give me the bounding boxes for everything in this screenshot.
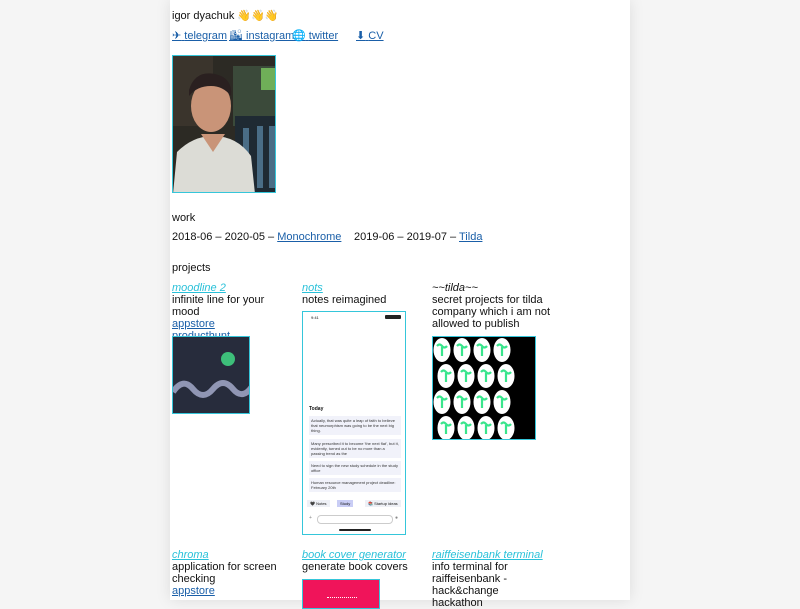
twitter-link[interactable]: 🌐 twitter xyxy=(292,30,338,42)
tilda-title: ~~tilda~~ xyxy=(432,282,478,294)
instagram-link-label: instagram xyxy=(246,30,295,42)
nots-input xyxy=(317,515,393,524)
book-cover-description: generate book covers xyxy=(302,561,408,573)
monochrome-link[interactable]: Monochrome xyxy=(277,231,341,243)
project-chroma: chroma application for screen checking a… xyxy=(172,549,292,597)
telegram-link[interactable]: ✈ telegram xyxy=(172,30,227,42)
instagram-link[interactable]: 🏙 instagram xyxy=(229,30,294,42)
moodline-title-link[interactable]: moodline 2 xyxy=(172,282,226,294)
battery-icon xyxy=(385,315,401,319)
project-raiffeisenbank: raiffeisenbank terminal info terminal fo… xyxy=(432,549,552,609)
tilda-pattern xyxy=(433,338,515,439)
nots-tab-startup: 📚 Startup ideas xyxy=(365,500,401,507)
nots-preview: 9:41 Today Actually, that was quite a le… xyxy=(302,311,406,535)
chroma-description: application for screen checking xyxy=(172,561,277,585)
plus-icon: + xyxy=(309,515,312,521)
moodline-preview-image xyxy=(173,337,249,413)
nots-note: Many prescribed it to become 'the next f… xyxy=(309,439,401,458)
book-cover-detail xyxy=(327,597,357,599)
home-indicator xyxy=(339,529,371,531)
projects-heading: projects xyxy=(172,262,211,274)
nots-note: Actually, that was quite a leap of faith… xyxy=(309,416,401,435)
nots-tab-study: Study xyxy=(337,500,354,507)
city-icon: 🏙 xyxy=(229,30,243,42)
moodline-description: infinite line for your mood xyxy=(172,294,265,318)
nots-section-title: Today xyxy=(309,406,324,412)
telegram-link-row: ✈ telegram xyxy=(172,30,227,42)
globe-icon: 🌐 xyxy=(292,30,306,42)
book-cover-preview xyxy=(302,579,380,609)
nots-title-link[interactable]: nots xyxy=(302,282,323,294)
nots-note: Human resource management project deadli… xyxy=(309,478,401,492)
project-book-cover: book cover generator generate book cover… xyxy=(302,549,422,573)
tilda-description: secret projects for tilda company which … xyxy=(432,294,550,330)
nots-note: Need to sign the new study schedule in t… xyxy=(309,461,401,475)
telegram-link-label: telegram xyxy=(184,30,228,42)
nots-description: notes reimagined xyxy=(302,294,387,306)
nots-time: 9:41 xyxy=(311,315,319,320)
download-icon: ⬇ xyxy=(356,30,366,42)
instagram-link-row: 🏙 instagram xyxy=(229,30,294,42)
project-tilda: ~~tilda~~ secret projects for tilda comp… xyxy=(432,282,550,330)
cv-link-label: CV xyxy=(368,30,384,42)
work-dates: 2018-06 – 2020-05 – xyxy=(172,231,278,243)
tilda-preview xyxy=(432,336,536,440)
mic-icon: ● xyxy=(395,515,399,521)
profile-photo-image xyxy=(173,56,275,192)
moodline-appstore-link[interactable]: appstore xyxy=(172,318,215,330)
work-item-tilda: 2019-06 – 2019-07 – Tilda xyxy=(354,231,482,243)
moodline-preview xyxy=(172,336,250,414)
plane-icon: ✈ xyxy=(172,30,182,42)
cv-link-row: ⬇ CV xyxy=(356,30,384,42)
cv-link[interactable]: ⬇ CV xyxy=(356,30,384,42)
raiffeisenbank-description: info terminal for raiffeisenbank - hack&… xyxy=(432,561,508,609)
author-name: igor dyachuk 👋👋👋 xyxy=(172,10,279,22)
chroma-appstore-link[interactable]: appstore xyxy=(172,585,215,597)
work-item-monochrome: 2018-06 – 2020-05 – Monochrome xyxy=(172,231,341,243)
work-dates: 2019-06 – 2019-07 – xyxy=(354,231,459,243)
raiffeisenbank-title-link[interactable]: raiffeisenbank terminal xyxy=(432,549,543,561)
profile-photo xyxy=(172,55,276,193)
project-nots: nots notes reimagined xyxy=(302,282,422,306)
project-moodline: moodline 2 infinite line for your mood a… xyxy=(172,282,292,342)
page-column: igor dyachuk 👋👋👋 ✈ telegram 🏙 instagram … xyxy=(170,0,630,609)
twitter-link-label: twitter xyxy=(308,30,339,42)
twitter-link-row: 🌐 twitter xyxy=(292,30,338,42)
chroma-title-link[interactable]: chroma xyxy=(172,549,209,561)
nots-tab-notes: 🖤 Notes xyxy=(307,500,330,507)
book-cover-title-link[interactable]: book cover generator xyxy=(302,549,406,561)
work-heading: work xyxy=(172,212,196,224)
tilda-link[interactable]: Tilda xyxy=(459,231,482,243)
